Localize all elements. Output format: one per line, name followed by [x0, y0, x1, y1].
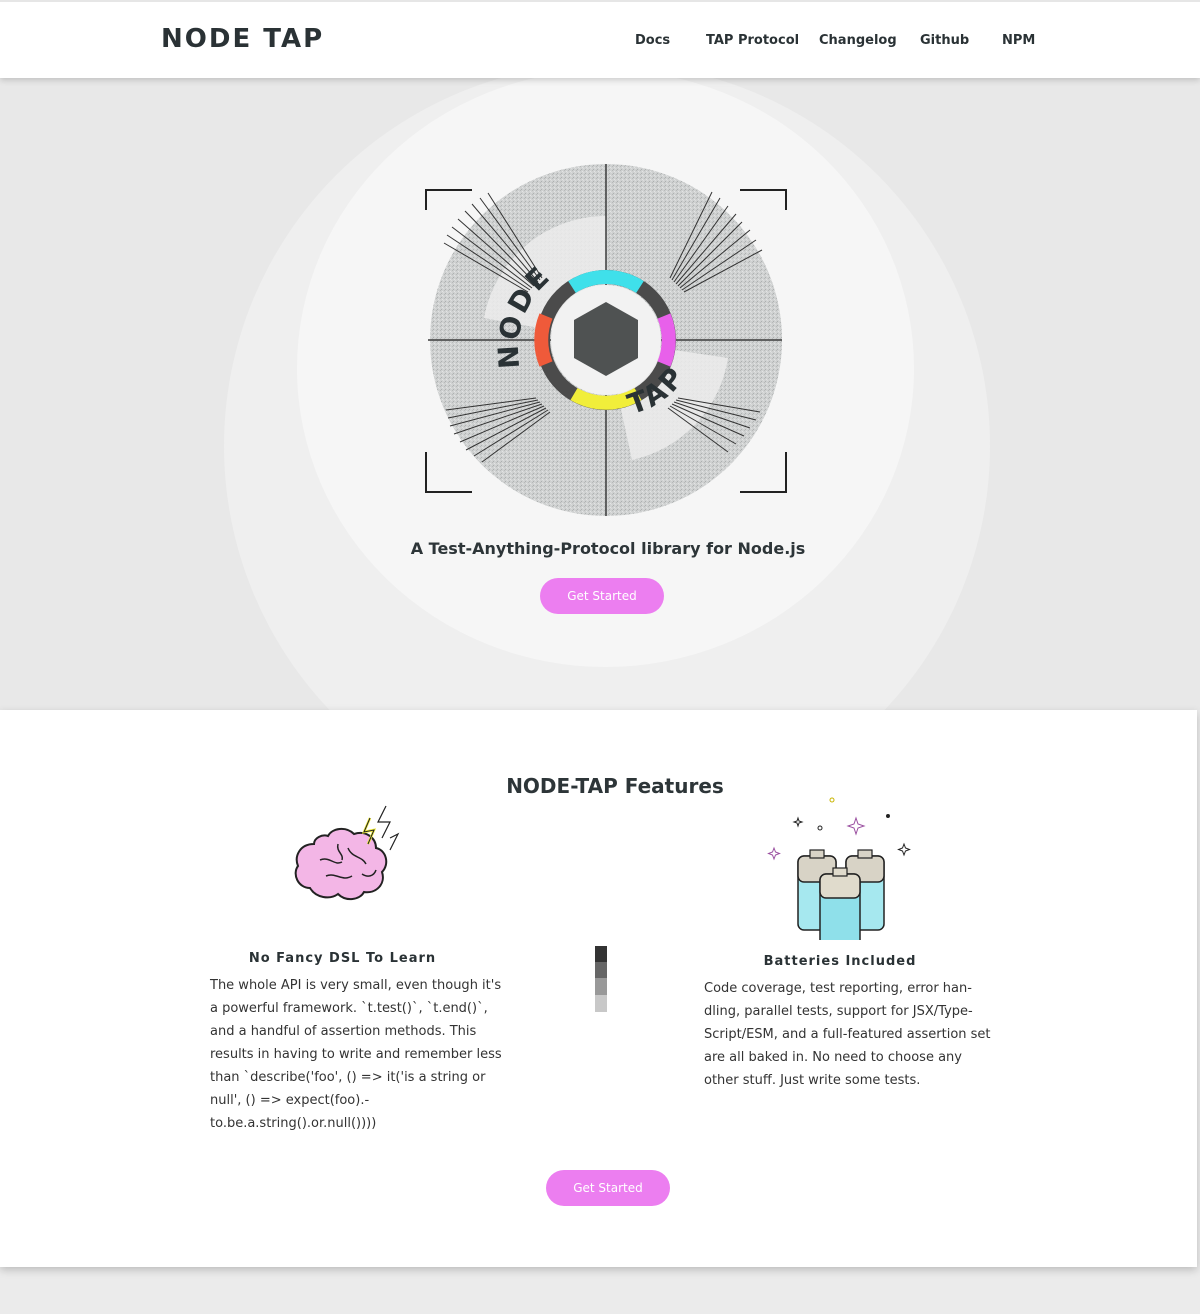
nav-link-github[interactable]: Github [920, 33, 969, 48]
main-nav: Docs TAP Protocol Changelog Github NPM [0, 33, 1200, 53]
nav-link-docs[interactable]: Docs [635, 33, 670, 48]
hero-section: NODE TAP A Test-Anything-Protocol librar… [0, 78, 1200, 710]
nav-link-changelog[interactable]: Changelog [819, 33, 897, 48]
node-tap-logo: NODE TAP [425, 164, 787, 516]
site-header: NODE TAP Docs TAP Protocol Changelog Git… [0, 0, 1200, 78]
get-started-button[interactable]: Get Started [540, 578, 664, 614]
features-section: NODE-TAP Features No Fancy DSL To Learn … [0, 710, 1197, 1267]
nav-link-tap-protocol[interactable]: TAP Protocol [706, 33, 799, 48]
get-started-button-bottom[interactable]: Get Started [546, 1170, 670, 1206]
feature-heading-dsl: No Fancy DSL To Learn [248, 951, 437, 966]
batteries-icon [767, 797, 911, 940]
feature-text-batteries: Code coverage, test reporting, error han… [704, 981, 991, 1088]
nav-link-npm[interactable]: NPM [1002, 33, 1035, 48]
features-title: NODE-TAP Features [506, 774, 724, 798]
feature-text-dsl: The whole API is very small, even though… [210, 978, 502, 1131]
hero-tagline: A Test-Anything-Protocol library for Nod… [410, 539, 806, 558]
decorative-bar [595, 946, 607, 1012]
feature-heading-batteries: Batteries Included [763, 954, 917, 969]
brain-icon [294, 805, 400, 900]
